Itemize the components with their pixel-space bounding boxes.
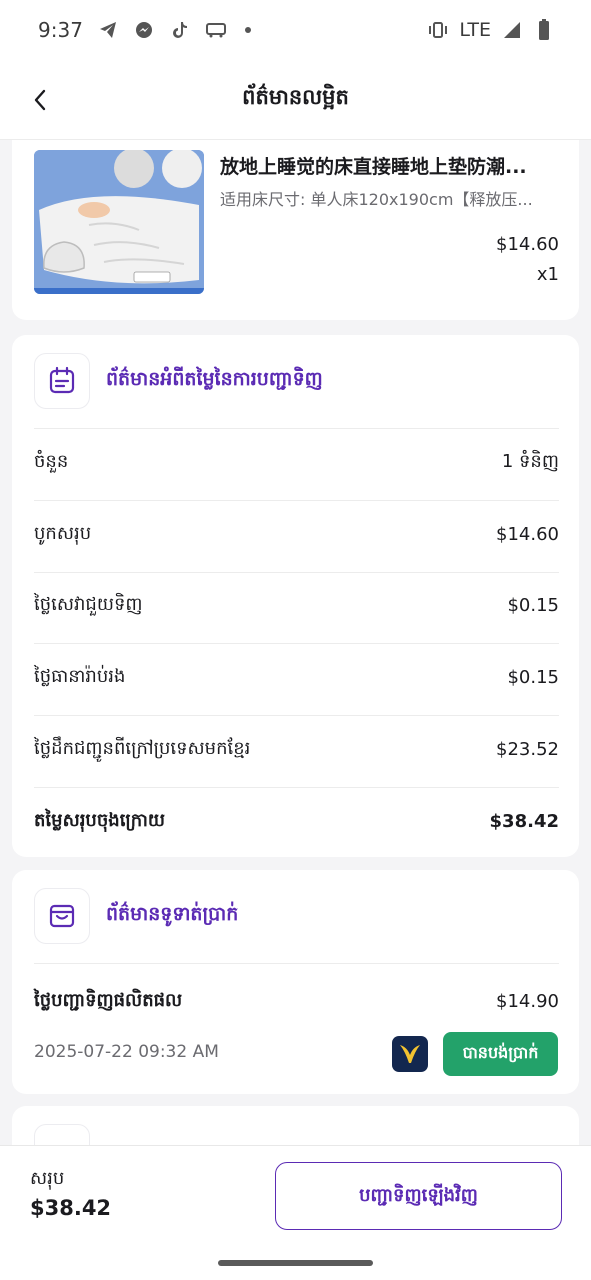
bank-logo-icon — [392, 1036, 428, 1072]
divider — [34, 787, 559, 788]
vibrate-icon — [427, 19, 449, 41]
row-value: $0.15 — [507, 595, 559, 616]
row-insurance-fee: ថ្លៃធានារ៉ាប់រង $0.15 — [34, 664, 559, 691]
network-type: LTE — [459, 19, 491, 41]
divider — [34, 643, 559, 644]
divider — [34, 963, 559, 964]
divider — [34, 572, 559, 573]
row-label: ថ្លៃដឹកជញ្ជូនពីក្រៅប្រទេសមកខ្មែរ — [34, 738, 251, 759]
price-info-title: ព័ត៌មានអំពីតម្លៃនៃការបញ្ជាទិញ — [106, 368, 323, 390]
payment-info-header: ព័ត៌មានទូទាត់ប្រាក់ — [34, 888, 238, 944]
chevron-left-icon — [34, 89, 46, 111]
wallet-icon — [34, 888, 90, 944]
row-final-total: តម្លៃសរុបចុងក្រោយ $38.42 — [34, 808, 559, 835]
row-label: បូកសរុប — [34, 523, 92, 544]
tiktok-icon — [169, 19, 191, 41]
battery-icon — [533, 19, 555, 41]
row-value: $23.52 — [496, 739, 559, 760]
row-order-payment: ថ្លៃបញ្ជាទិញផលិតផល $14.90 — [34, 988, 559, 1015]
row-label: ចំនួន — [34, 451, 69, 472]
notification-dot-icon — [244, 27, 251, 33]
product-title: 放地上睡觉的床直接睡地上垫防潮... — [220, 156, 527, 178]
divider — [34, 500, 559, 501]
calendar-icon — [34, 353, 90, 409]
payment-info-card: ព័ត៌មានទូទាត់ប្រាក់ ថ្លៃបញ្ជាទិញផលិតផល $… — [12, 870, 579, 1094]
reorder-button[interactable]: បញ្ជាទិញឡើងវិញ — [275, 1162, 562, 1230]
payment-amount: $14.90 — [496, 991, 559, 1012]
divider — [34, 428, 559, 429]
row-label: ថ្លៃធានារ៉ាប់រង — [34, 666, 126, 687]
home-indicator[interactable] — [218, 1260, 373, 1266]
row-value: $38.42 — [489, 811, 559, 832]
price-info-card: ព័ត៌មានអំពីតម្លៃនៃការបញ្ជាទិញ ចំនួន 1 ទំ… — [12, 335, 579, 857]
divider — [34, 715, 559, 716]
row-service-fee: ថ្លៃសេវាជួយទិញ $0.15 — [34, 592, 559, 619]
row-value: $14.60 — [496, 524, 559, 545]
row-shipping-fee: ថ្លៃដឹកជញ្ជូនពីក្រៅប្រទេសមកខ្មែរ $23.52 — [34, 736, 559, 763]
price-info-header: ព័ត៌មានអំពីតម្លៃនៃការបញ្ជាទិញ — [34, 353, 323, 409]
row-label: ថ្លៃសេវាជួយទិញ — [34, 594, 143, 615]
back-button[interactable] — [22, 82, 58, 118]
total-label: សរុប — [30, 1168, 65, 1189]
total-value: $38.42 — [30, 1196, 112, 1220]
status-bar: 9:37 LTE — [0, 0, 591, 60]
page-title: ព័ត៌មានលម្អិត — [242, 85, 349, 109]
product-image — [34, 150, 204, 294]
signal-icon — [501, 19, 523, 41]
row-quantity: ចំនួន 1 ទំនិញ — [34, 449, 559, 476]
row-subtotal: បូកសរុប $14.60 — [34, 521, 559, 548]
row-label: តម្លៃសរុបចុងក្រោយ — [34, 810, 166, 831]
payment-info-title: ព័ត៌មានទូទាត់ប្រាក់ — [106, 903, 239, 925]
messenger-icon — [133, 19, 155, 41]
paid-status-badge: បានបង់ប្រាក់ — [443, 1032, 558, 1076]
product-price: $14.60 — [496, 234, 559, 255]
product-quantity: x1 — [536, 264, 559, 285]
row-value: 1 ទំនិញ — [501, 451, 559, 472]
top-bar: ព័ត៌មានលម្អិត — [0, 60, 591, 140]
bus-icon — [205, 19, 227, 41]
payment-timestamp: 2025-07-22 09:32 AM — [34, 1042, 219, 1062]
telegram-icon — [97, 19, 119, 41]
product-card[interactable]: 放地上睡觉的床直接睡地上垫防潮... 适用床尺寸: 单人床120x190cm【释… — [12, 140, 579, 320]
payment-label: ថ្លៃបញ្ជាទិញផលិតផល — [34, 990, 183, 1011]
status-time: 9:37 — [38, 18, 83, 42]
row-value: $0.15 — [507, 667, 559, 688]
product-variant: 适用床尺寸: 单人床120x190cm【释放压... — [220, 190, 533, 209]
